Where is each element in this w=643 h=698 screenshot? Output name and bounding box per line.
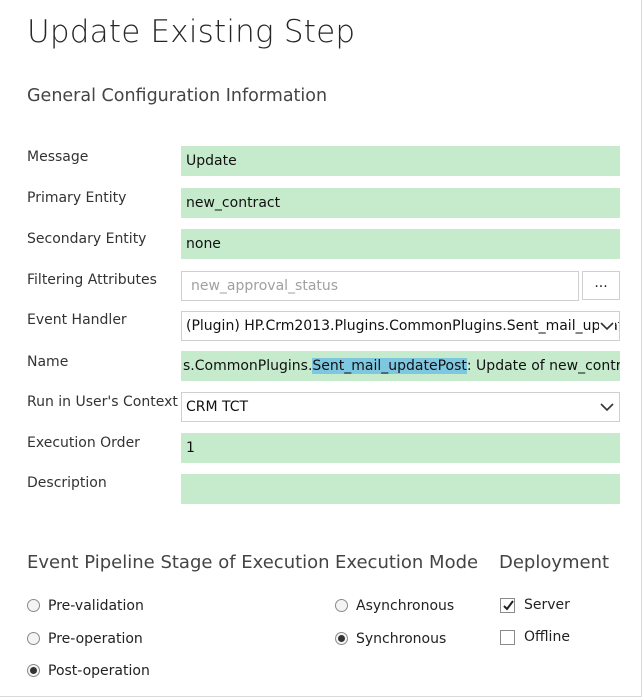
execution-order-field[interactable]: 1 (181, 433, 620, 463)
radio-label: Pre-operation (48, 631, 143, 647)
radio-label: Asynchronous (356, 598, 455, 614)
event-handler-select[interactable]: (Plugin) HP.Crm2013.Plugins.CommonPlugin… (181, 311, 620, 341)
chevron-down-icon (599, 319, 615, 333)
radio-label: Post-operation (48, 663, 150, 679)
event-handler-label: Event Handler (27, 312, 127, 328)
primary-entity-field[interactable]: new_contract (181, 188, 620, 218)
secondary-entity-label: Secondary Entity (27, 231, 147, 247)
name-text-after: : Update of new_contract (466, 358, 620, 374)
name-label: Name (27, 354, 69, 370)
radio-button-selected[interactable] (27, 664, 40, 677)
checkmark-icon (503, 600, 514, 611)
radio-button[interactable] (27, 632, 40, 645)
execution-mode-heading: Execution Mode (335, 552, 479, 573)
stage-heading: Event Pipeline Stage of Execution (27, 552, 330, 573)
message-label: Message (27, 149, 89, 165)
run-context-select[interactable]: CRM TCT (181, 392, 620, 422)
name-text-before: s.CommonPlugins. (183, 358, 313, 374)
deployment-heading: Deployment (499, 552, 610, 573)
filtering-attributes-input[interactable]: new_approval_status (181, 271, 579, 301)
radio-button-selected[interactable] (335, 632, 348, 645)
radio-label: Synchronous (356, 631, 447, 647)
chevron-down-icon (599, 400, 615, 414)
execution-order-label: Execution Order (27, 435, 140, 451)
radio-button[interactable] (27, 599, 40, 612)
description-label: Description (27, 475, 107, 491)
message-field[interactable]: Update (181, 146, 620, 176)
checkbox[interactable] (500, 598, 515, 613)
name-text-selected: Sent_mail_updatePost (312, 358, 467, 374)
page-title: Update Existing Step (27, 14, 356, 50)
checkbox-label: Server (524, 597, 570, 613)
checkbox-label: Offline (524, 629, 570, 645)
run-context-label: Run in User's Context (27, 394, 178, 410)
description-field[interactable] (181, 474, 620, 504)
section-subtitle: General Configuration Information (27, 86, 328, 106)
browse-attributes-button[interactable]: ... (582, 271, 620, 300)
event-handler-value: (Plugin) HP.Crm2013.Plugins.CommonPlugin… (186, 318, 620, 334)
radio-button[interactable] (335, 599, 348, 612)
primary-entity-label: Primary Entity (27, 190, 127, 206)
name-field[interactable]: s.CommonPlugins.Sent_mail_updatePost: Up… (181, 351, 620, 381)
filtering-attributes-label: Filtering Attributes (27, 272, 157, 288)
run-context-value: CRM TCT (186, 399, 249, 415)
secondary-entity-field[interactable]: none (181, 229, 620, 259)
radio-label: Pre-validation (48, 598, 144, 614)
checkbox[interactable] (500, 630, 515, 645)
